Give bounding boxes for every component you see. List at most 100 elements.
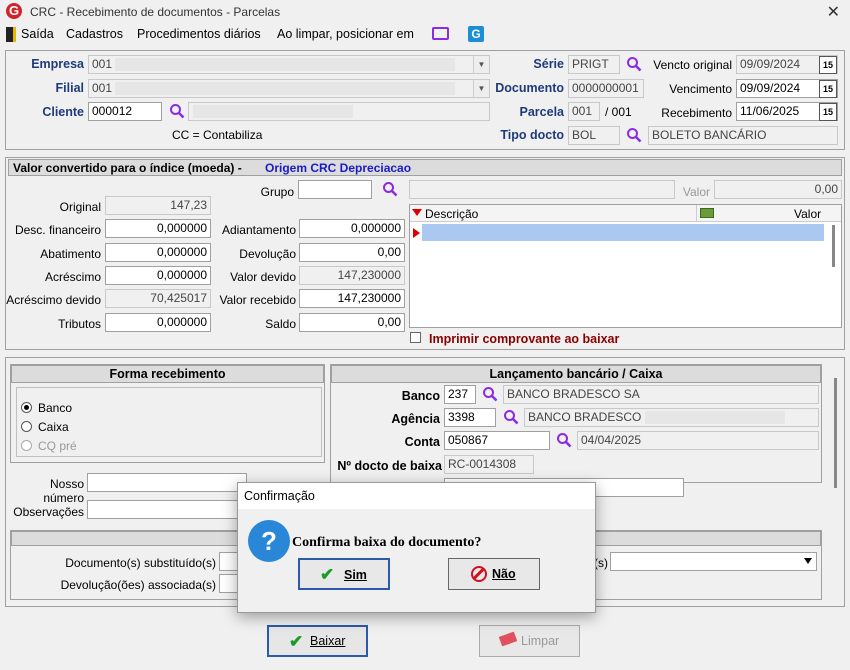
desc-fin-field[interactable]: 0,000000: [105, 219, 211, 238]
window-title: CRC - Recebimento de documentos - Parcel…: [30, 5, 281, 19]
grid-header: Descrição Valor: [410, 205, 841, 222]
confirm-dialog: Confirmação ? Confirma baixa do document…: [237, 482, 596, 613]
valor-field: 0,00: [714, 180, 842, 199]
banco-code-field[interactable]: 237: [444, 385, 476, 404]
forma-title: Forma recebimento: [11, 365, 324, 383]
grupo-field[interactable]: [298, 180, 372, 199]
acrescimo-field[interactable]: 0,000000: [105, 266, 211, 285]
menu-exit[interactable]: Saída: [21, 27, 54, 41]
empresa-code: 001: [92, 57, 113, 71]
agencia-search-icon[interactable]: [503, 409, 519, 425]
menu-procedimentos[interactable]: Procedimentos diários: [137, 27, 261, 41]
banco-radio[interactable]: [21, 402, 32, 413]
recebimento-calendar-icon[interactable]: 15: [819, 103, 837, 121]
empresa-field[interactable]: 001 ▼: [88, 55, 490, 74]
recebimento-value: 11/06/2025: [740, 104, 800, 118]
agencia-name: BANCO BRADESCO -: [528, 410, 649, 424]
dialog-title: Confirmação: [238, 483, 595, 509]
valores-header: Valor convertido para o índice (moeda) -…: [8, 159, 842, 176]
vencto-original-calendar-icon[interactable]: 15: [819, 56, 837, 74]
valor-recebido-label: Valor recebido: [219, 293, 297, 307]
nosso-numero-field[interactable]: [87, 473, 247, 492]
parcela-total: / 001: [605, 105, 632, 119]
cliente-code-input[interactable]: 000012: [88, 102, 162, 121]
caixa-radio[interactable]: [21, 421, 32, 432]
baixar-button[interactable]: ✔ Baixar: [267, 625, 368, 657]
app-g-icon[interactable]: G: [468, 26, 484, 42]
grid-col-valor[interactable]: Valor: [794, 207, 821, 221]
grid-col-descricao[interactable]: Descrição: [425, 207, 478, 221]
adiantamento-field[interactable]: 0,000000: [299, 219, 405, 238]
tipo-docto-field[interactable]: BOL: [568, 126, 620, 145]
lancamento-title: Lançamento bancário / Caixa: [331, 365, 821, 383]
tipo-search-icon[interactable]: [626, 127, 642, 143]
grupo-label: Grupo: [260, 185, 294, 199]
devolucao-field[interactable]: 0,00: [299, 243, 405, 262]
cliente-name-redacted: [193, 105, 353, 118]
banco-label: Banco: [401, 389, 440, 403]
sim-check-icon: ✔: [320, 565, 335, 584]
cq-pre-radio[interactable]: [21, 440, 32, 451]
tributos-field[interactable]: 0,000000: [105, 313, 211, 332]
close-button[interactable]: ✕: [827, 2, 840, 22]
grupo-search-icon[interactable]: [382, 181, 398, 197]
filial-field[interactable]: 001 ▼: [88, 79, 490, 98]
empresa-dropdown-icon[interactable]: ▼: [473, 56, 489, 73]
dialog-message: Confirma baixa do documento?: [292, 535, 482, 550]
sim-label: Sim: [344, 568, 367, 582]
banco-name-field: BANCO BRADESCO SA: [503, 385, 819, 404]
valor-recebido-field[interactable]: 147,230000: [299, 289, 405, 308]
vencimento-label: Vencimento: [669, 82, 732, 96]
sim-button[interactable]: ✔ Sim: [298, 558, 390, 590]
grid-row-pointer-icon: [413, 228, 420, 238]
tributos-label: Tributos: [58, 317, 101, 331]
empresa-name-redacted: [115, 58, 455, 71]
parcela-label: Parcela: [519, 105, 564, 119]
question-icon: ?: [248, 520, 290, 562]
imprimir-label: Imprimir comprovante ao baixar: [429, 332, 620, 346]
observacoes-label: Observações: [13, 505, 84, 519]
serie-field[interactable]: PRIGT: [568, 55, 620, 74]
valor-devido-field: 147,230000: [299, 266, 405, 285]
nosso-numero-label: Nosso número: [43, 477, 84, 505]
menu-cadastros[interactable]: Cadastros: [66, 27, 123, 41]
saldo-field: 0,00: [299, 313, 405, 332]
imprimir-checkbox[interactable]: [410, 332, 421, 343]
cliente-name-field: [188, 102, 490, 121]
partial-label: (s): [594, 556, 608, 570]
cq-pre-radio-label: CQ pré: [38, 439, 77, 453]
serie-search-icon[interactable]: [626, 56, 642, 72]
partial-select[interactable]: [610, 552, 817, 571]
app-logo-icon: G: [6, 3, 22, 19]
limpar-label: Limpar: [521, 634, 560, 648]
limpar-button[interactable]: Limpar: [479, 625, 580, 657]
nao-button[interactable]: Não: [448, 558, 540, 590]
vencimento-calendar-icon[interactable]: 15: [819, 80, 837, 98]
partial-select-chevron-icon: [804, 558, 812, 564]
grid-scrollbar[interactable]: [832, 225, 835, 267]
grid-sort-icon: [412, 209, 422, 216]
baixar-label: Baixar: [310, 634, 346, 648]
devolucao-label: Devolução: [239, 247, 296, 261]
agencia-code-field[interactable]: 3398: [444, 408, 496, 427]
banco-search-icon[interactable]: [482, 386, 498, 402]
conta-search-icon[interactable]: [556, 432, 572, 448]
filial-dropdown-icon[interactable]: ▼: [473, 80, 489, 97]
vencto-original-label: Vencto original: [653, 58, 732, 72]
monitor-icon[interactable]: [432, 27, 449, 40]
conta-code-field[interactable]: 050867: [444, 431, 550, 450]
docto-baixa-label: Nº docto de baixa: [337, 459, 442, 473]
grid-row-selected[interactable]: [422, 224, 824, 241]
lancamentos-grid[interactable]: Descrição Valor: [409, 204, 842, 328]
abatimento-field[interactable]: 0,000000: [105, 243, 211, 262]
parcela-field[interactable]: 001: [568, 102, 600, 121]
saldo-label: Saldo: [265, 317, 296, 331]
doc-substituidos-label: Documento(s) substituído(s): [65, 556, 216, 570]
cliente-search-icon[interactable]: [169, 103, 185, 119]
cc-note: CC = Contabiliza: [172, 128, 263, 142]
menu-ao-limpar[interactable]: Ao limpar, posicionar em: [277, 27, 414, 41]
recebimento-label: Recebimento: [661, 106, 732, 120]
documento-field[interactable]: 0000000001: [568, 79, 644, 98]
observacoes-field[interactable]: [87, 500, 247, 519]
lower-scrollbar[interactable]: [834, 378, 837, 488]
